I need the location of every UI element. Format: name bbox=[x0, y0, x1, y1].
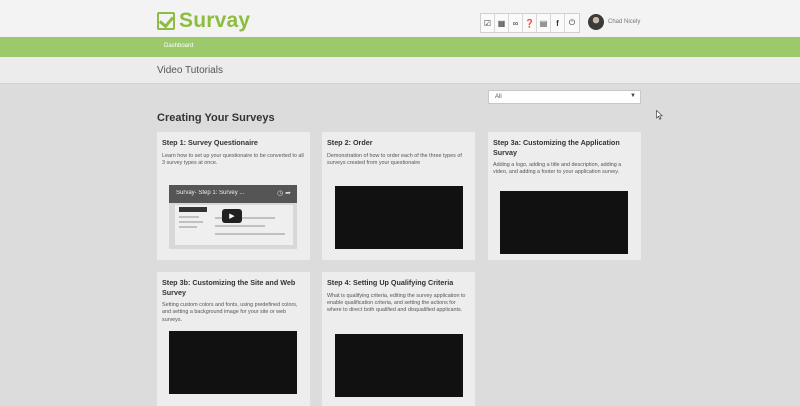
card-description: Learn how to set up your questionaire to… bbox=[162, 152, 304, 166]
card-title: Step 4: Setting Up Qualifying Criteria bbox=[327, 278, 454, 287]
link-icon[interactable]: ∞ bbox=[509, 14, 523, 32]
logo-check-icon bbox=[157, 12, 175, 30]
avatar bbox=[588, 14, 604, 30]
section-title: Creating Your Surveys bbox=[157, 112, 275, 124]
card-title: Step 3a: Customizing the Application Sur… bbox=[493, 138, 620, 157]
video-player[interactable]: Survay- Step 1: Survey ... ◷ ➦ ▶ bbox=[169, 185, 297, 249]
calendar-icon[interactable]: ▦ bbox=[495, 14, 509, 32]
video-title-bar: Survay- Step 1: Survey ... ◷ ➦ bbox=[169, 185, 297, 203]
card-description: Setting custom colors and fonts, using p… bbox=[162, 302, 298, 323]
card-description: Adding a logo, adding a title and descri… bbox=[493, 162, 622, 176]
logo-text: Survay bbox=[179, 9, 251, 32]
facebook-icon[interactable]: f bbox=[551, 14, 565, 32]
checkbox-icon[interactable]: ☑ bbox=[481, 14, 495, 32]
toolbar-icons: ☑ ▦ ∞ ❓ ▤ f ⏻ bbox=[480, 13, 580, 33]
logo[interactable]: Survay bbox=[157, 9, 250, 33]
help-icon[interactable]: ❓ bbox=[523, 14, 537, 32]
video-player[interactable] bbox=[169, 331, 297, 394]
video-player[interactable] bbox=[335, 334, 463, 397]
video-player[interactable] bbox=[500, 191, 628, 254]
card-title: Step 1: Survey Questionaire bbox=[162, 138, 258, 147]
mouse-cursor-icon bbox=[656, 110, 663, 120]
nav-dashboard-link[interactable]: Dashboard bbox=[164, 43, 193, 49]
power-icon[interactable]: ⏻ bbox=[565, 14, 579, 32]
top-bar: Survay ☑ ▦ ∞ ❓ ▤ f ⏻ Chad Nicely bbox=[0, 0, 800, 37]
page-title: Video Tutorials bbox=[157, 65, 223, 76]
nav-bar: Dashboard bbox=[0, 37, 800, 57]
video-title: Survay- Step 1: Survey ... bbox=[176, 190, 245, 196]
user-name: Chad Nicely bbox=[608, 19, 641, 25]
filter-selected-value: All bbox=[495, 94, 502, 100]
chevron-down-icon: ▼ bbox=[630, 93, 636, 99]
clock-share-icon[interactable]: ◷ ➦ bbox=[277, 189, 291, 197]
card-description: What is qualifying criteria, editing the… bbox=[327, 292, 466, 314]
book-icon[interactable]: ▤ bbox=[537, 14, 551, 32]
subheader: Video Tutorials bbox=[0, 57, 800, 84]
card-description: Demonstration of how to order each of th… bbox=[327, 152, 462, 166]
user-menu[interactable]: Chad Nicely bbox=[588, 14, 640, 30]
card-title: Step 2: Order bbox=[327, 138, 373, 147]
play-icon[interactable]: ▶ bbox=[222, 209, 242, 223]
card-title: Step 3b: Customizing the Site and Web Su… bbox=[162, 278, 296, 297]
category-filter-select[interactable]: All ▼ bbox=[488, 90, 641, 104]
video-player[interactable] bbox=[335, 186, 463, 249]
